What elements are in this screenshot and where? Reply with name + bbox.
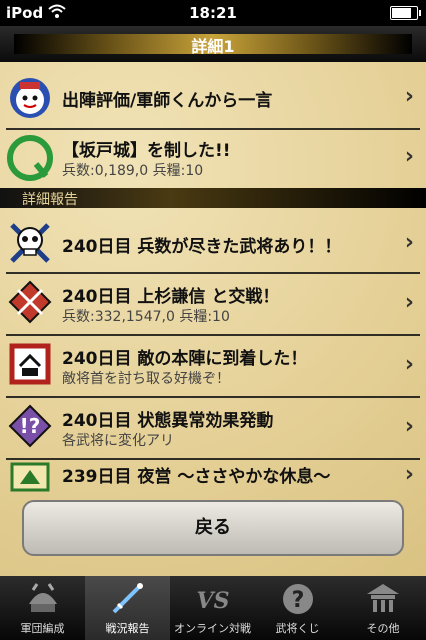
- divider: [6, 396, 420, 398]
- report-item[interactable]: 240日目 上杉謙信 と交戦！ 兵数:332,1547,0 兵糧:10 ›: [0, 276, 426, 330]
- report-title: 239日目 夜営 〜ささやかな休息〜: [62, 467, 331, 487]
- tab-battle-report[interactable]: 戦況報告: [85, 576, 170, 640]
- section-header: 詳細報告: [0, 188, 426, 208]
- svg-text:?: ?: [291, 588, 304, 613]
- tab-label: 軍団編成: [20, 622, 65, 635]
- skull-icon: [10, 223, 50, 263]
- report-item[interactable]: 239日目 夜営 〜ささやかな休息〜 ›: [0, 460, 426, 496]
- battle-sword-icon: [112, 583, 143, 614]
- report-subtitle: 敵将首を討ち取る好機ぞ！: [62, 371, 230, 387]
- report-title: 240日目 上杉謙信 と交戦！: [62, 287, 280, 307]
- report-item[interactable]: 240日目 兵数が尽きた武将あり！！ ›: [0, 218, 426, 268]
- divider: [6, 272, 420, 274]
- tab-other[interactable]: その他: [340, 576, 426, 640]
- status-alert-icon: !?: [8, 404, 52, 448]
- green-q-seal-icon: [7, 135, 53, 181]
- report-subtitle: 各武将に変化アリ: [62, 433, 174, 449]
- tab-label: その他: [366, 622, 400, 635]
- back-button[interactable]: 戻る: [22, 500, 404, 556]
- tab-label: オンライン対戦: [174, 622, 251, 635]
- report-subtitle: 兵数:332,1547,0 兵糧:10: [62, 309, 230, 325]
- status-time: 18:21: [189, 4, 237, 22]
- question-mark-icon: ?: [282, 584, 313, 614]
- svg-text:VS: VS: [196, 588, 229, 614]
- page-title: 詳細1: [191, 37, 235, 56]
- tab-online-battle[interactable]: VS オンライン対戦: [170, 576, 255, 640]
- report-item[interactable]: 240日目 敵の本陣に到着した！ 敵将首を討ち取る好機ぞ！ ›: [0, 338, 426, 392]
- report-title: 240日目 状態異常効果発動: [62, 411, 274, 431]
- chevron-right-icon: ›: [404, 352, 414, 377]
- tab-label: 武将くじ: [275, 622, 320, 635]
- report-title: 240日目 敵の本陣に到着した！: [62, 349, 308, 369]
- divider: [6, 334, 420, 336]
- tab-army[interactable]: 軍団編成: [0, 576, 85, 640]
- list-item-castle[interactable]: 【坂戸城】を制した!! 兵数:0,189,0 兵糧:10 ›: [0, 130, 426, 186]
- temple-icon: [367, 584, 399, 612]
- tab-bar: 軍団編成 戦況報告 VS オンライン対戦 ? 武将くじ その他: [0, 576, 426, 640]
- section-title: 詳細報告: [22, 192, 78, 208]
- tab-lottery[interactable]: ? 武将くじ: [255, 576, 340, 640]
- chevron-right-icon: ›: [404, 290, 414, 315]
- status-bar: iPod 18:21: [0, 0, 426, 26]
- list-item-subtitle: 兵数:0,189,0 兵糧:10: [62, 163, 204, 179]
- list-item-advisor[interactable]: 出陣評価/軍師くんから一言 ›: [0, 70, 426, 126]
- chevron-right-icon: ›: [404, 414, 414, 439]
- night-camp-icon: [10, 462, 50, 492]
- chevron-right-icon: ›: [404, 230, 414, 255]
- report-title: 240日目 兵数が尽きた武将あり！！: [62, 237, 342, 257]
- list-item-title: 出陣評価/軍師くんから一言: [62, 91, 273, 111]
- list-item-title: 【坂戸城】を制した!!: [62, 141, 231, 161]
- advisor-face-icon: [10, 78, 50, 118]
- title-bar: 詳細1: [0, 26, 426, 64]
- tab-label: 戦況報告: [105, 622, 150, 635]
- chevron-right-icon: ›: [404, 462, 414, 487]
- chevron-right-icon: ›: [404, 84, 414, 109]
- vs-icon: VS: [196, 588, 229, 614]
- crossed-swords-icon: [8, 280, 52, 324]
- chevron-right-icon: ›: [404, 144, 414, 169]
- detail-content: 出陣評価/軍師くんから一言 › 【坂戸城】を制した!! 兵数:0,189,0 兵…: [0, 62, 426, 576]
- samurai-helmet-icon: [28, 583, 57, 612]
- camp-banner-icon: [9, 343, 51, 385]
- report-item[interactable]: !? 240日目 状態異常効果発動 各武将に変化アリ ›: [0, 400, 426, 454]
- svg-text:!?: !?: [20, 414, 41, 438]
- battery-icon: [390, 6, 421, 20]
